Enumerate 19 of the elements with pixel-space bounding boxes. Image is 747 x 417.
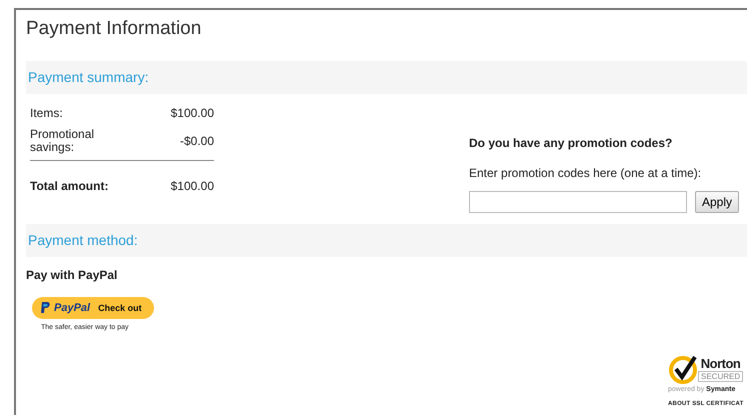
section-heading: Payment method: [26, 224, 747, 257]
checkmark-icon [668, 354, 698, 384]
total-value: $100.00 [170, 179, 214, 193]
summary-label: Items: [30, 106, 64, 120]
summary-label: Promotional savings: [30, 128, 96, 154]
apply-button[interactable]: Apply [695, 191, 740, 213]
summary-value: $100.00 [170, 106, 214, 120]
section-heading: Payment summary: [26, 61, 747, 94]
seal-brand: Norton [700, 356, 740, 371]
page-title: Payment Information [26, 17, 202, 41]
summary-value: -$0.00 [180, 134, 214, 148]
seal-secured: SECURED [698, 371, 744, 382]
promo-instruction: Enter promotion codes here (one at a time): [469, 166, 702, 180]
promo-question: Do you have any promotion codes? [469, 136, 674, 150]
paypal-checkout-button[interactable]: PayPal Check out [32, 297, 154, 319]
paypal-p-icon [40, 302, 50, 314]
payment-option-label: Pay with PayPal [26, 268, 118, 282]
promo-code-field[interactable] [469, 191, 687, 213]
total-label: Total amount: [30, 180, 110, 192]
